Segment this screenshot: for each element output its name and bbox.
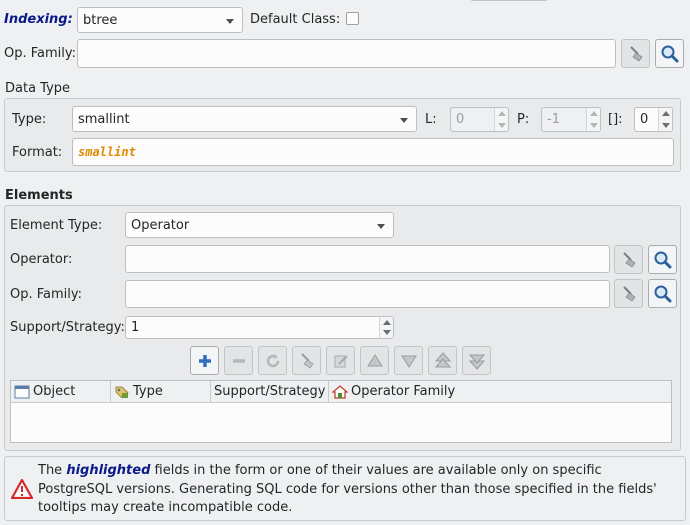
support-strategy-spin-arrows[interactable] xyxy=(379,317,393,338)
version-alert: The highlighted fields in the form or on… xyxy=(4,456,686,521)
add-icon xyxy=(198,354,211,367)
indexing-label: Indexing: xyxy=(4,12,73,27)
precision-spinbox[interactable]: -1 xyxy=(541,107,601,132)
type-icon xyxy=(115,386,129,399)
clear-icon xyxy=(622,285,636,302)
remove-icon xyxy=(232,358,245,363)
move-up-button[interactable] xyxy=(360,346,389,375)
element-op-family-field[interactable] xyxy=(125,280,610,308)
alert-text-before: The xyxy=(38,463,67,478)
column-support-strategy-label: Support/Strategy xyxy=(214,383,326,399)
element-op-family-label: Op. Family: xyxy=(10,287,83,302)
length-spin-arrows[interactable] xyxy=(494,108,508,131)
column-operator-family-label: Operator Family xyxy=(351,383,456,399)
operator-clear-button[interactable] xyxy=(614,245,643,274)
op-family-field[interactable] xyxy=(77,39,616,68)
indexing-select-value: btree xyxy=(83,13,118,28)
format-label: Format: xyxy=(12,145,63,160)
support-strategy-value: 1 xyxy=(131,320,140,335)
element-type-select[interactable]: Operator xyxy=(125,212,394,238)
update-item-button[interactable] xyxy=(258,346,287,375)
dimension-spin-arrows[interactable] xyxy=(658,108,672,131)
magnifier-icon xyxy=(654,285,671,302)
column-object-label: Object xyxy=(33,383,76,399)
clear-items-button[interactable] xyxy=(292,346,321,375)
update-icon xyxy=(266,353,279,367)
support-strategy-spinbox[interactable]: 1 xyxy=(125,316,394,339)
column-object[interactable]: Object xyxy=(11,381,111,402)
op-family-select-button[interactable] xyxy=(655,39,684,68)
elements-title: Elements xyxy=(5,188,73,203)
dimension-value: 0 xyxy=(640,112,649,127)
magnifier-icon xyxy=(654,251,671,268)
object-icon xyxy=(14,385,30,398)
move-bottom-icon xyxy=(468,354,485,370)
move-down-icon xyxy=(400,355,417,368)
move-bottom-button[interactable] xyxy=(462,346,491,375)
remove-item-button[interactable] xyxy=(224,346,253,375)
clear-icon xyxy=(300,352,314,369)
op-family-clear-button[interactable] xyxy=(621,39,650,68)
op-family-label: Op. Family: xyxy=(4,46,77,61)
clear-icon xyxy=(622,251,636,268)
format-value: smallint xyxy=(78,145,136,159)
column-type-label: Type xyxy=(133,383,163,399)
precision-value: -1 xyxy=(547,112,560,127)
element-op-family-clear-button[interactable] xyxy=(614,279,643,308)
indexing-select[interactable]: btree xyxy=(77,7,243,33)
column-operator-family[interactable]: Operator Family xyxy=(329,381,671,402)
type-select-value: smallint xyxy=(78,112,130,127)
dimension-spinbox[interactable]: 0 xyxy=(634,107,673,132)
format-field: smallint xyxy=(72,138,674,166)
type-select[interactable]: smallint xyxy=(72,106,417,132)
length-spinbox[interactable]: 0 xyxy=(450,107,509,132)
element-type-value: Operator xyxy=(131,218,190,233)
length-label: L: xyxy=(425,112,437,127)
alert-highlight: highlighted xyxy=(66,463,151,478)
operator-field[interactable] xyxy=(125,245,610,273)
version-alert-text: The highlighted fields in the form or on… xyxy=(38,462,678,518)
move-up-icon xyxy=(366,353,383,366)
precision-spin-arrows[interactable] xyxy=(586,108,600,131)
type-label: Type: xyxy=(12,112,47,127)
column-type[interactable]: Type xyxy=(111,381,211,402)
operator-label: Operator: xyxy=(10,252,73,267)
table-header-divider xyxy=(11,402,671,403)
operator-family-icon xyxy=(332,384,348,399)
edit-item-button[interactable] xyxy=(326,346,355,375)
edit-icon xyxy=(334,354,348,367)
element-op-family-select-button[interactable] xyxy=(648,279,677,308)
element-type-label: Element Type: xyxy=(10,218,103,233)
operator-select-button[interactable] xyxy=(648,245,677,274)
precision-label: P: xyxy=(517,112,530,127)
data-type-title: Data Type xyxy=(5,81,71,96)
move-down-button[interactable] xyxy=(394,346,423,375)
dimension-label: []: xyxy=(608,112,623,127)
add-item-button[interactable] xyxy=(190,346,219,375)
move-top-button[interactable] xyxy=(428,346,457,375)
support-strategy-label: Support/Strategy: xyxy=(10,320,125,335)
column-support-strategy[interactable]: Support/Strategy xyxy=(211,381,329,402)
clear-icon xyxy=(629,45,643,62)
top-edge-fragment xyxy=(470,0,548,1)
elements-table[interactable]: Object Type Support/Strategy Operator Fa… xyxy=(10,380,672,443)
warning-icon xyxy=(11,479,33,499)
default-class-label: Default Class: xyxy=(250,12,341,27)
length-value: 0 xyxy=(456,112,465,127)
default-class-checkbox[interactable] xyxy=(346,12,359,25)
move-top-icon xyxy=(434,351,451,367)
magnifier-icon xyxy=(661,45,678,62)
